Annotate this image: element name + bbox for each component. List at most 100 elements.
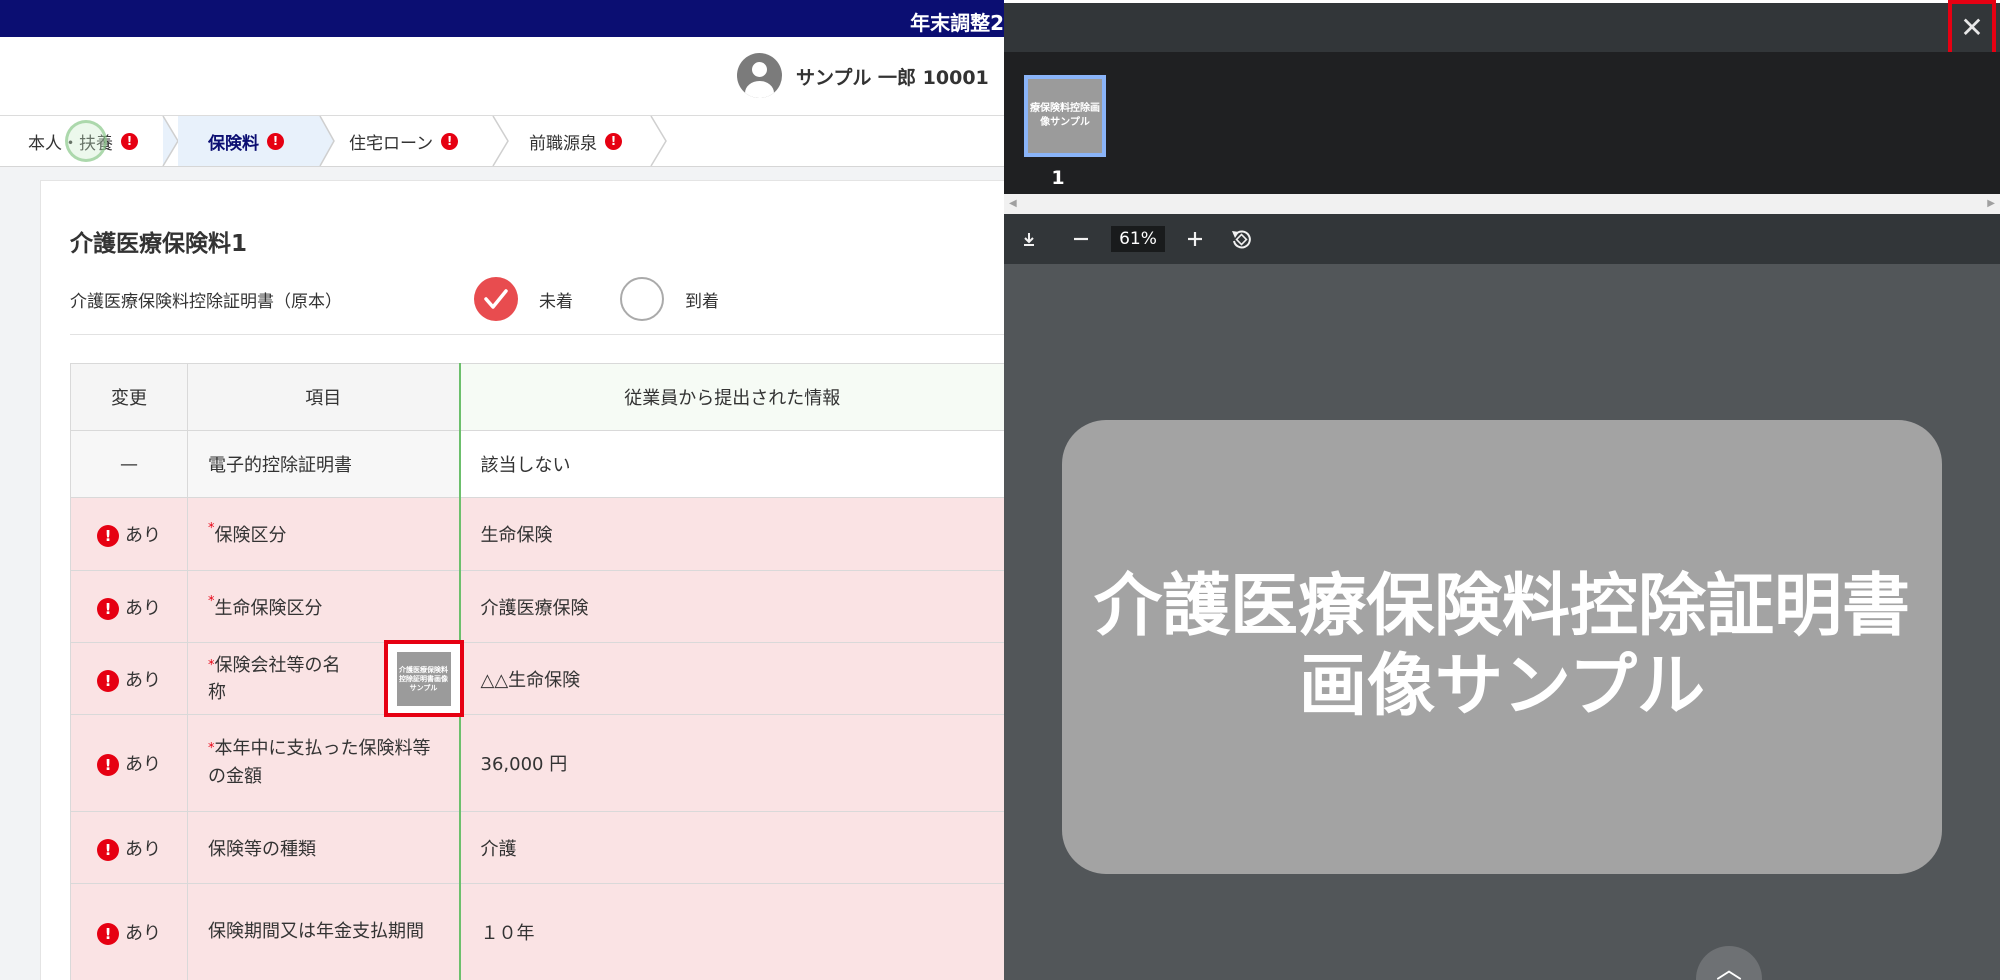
scroll-left-icon[interactable]: ◀: [1009, 198, 1017, 209]
page-thumbnail[interactable]: 療保険料控除画像サンプル: [1024, 75, 1106, 157]
close-icon: ✕: [1960, 11, 1984, 44]
zoom-level[interactable]: 61%: [1111, 226, 1165, 252]
rotate-button[interactable]: [1226, 214, 1256, 264]
scroll-to-top-button[interactable]: ︿: [1696, 946, 1762, 980]
app-title: 年末調整2: [910, 11, 1004, 35]
change-text: あり: [125, 525, 161, 546]
header-change: 変更: [70, 363, 188, 431]
alert-icon: !: [605, 132, 622, 150]
item-cell: 保険期間又は年金支払期間: [187, 883, 460, 980]
item-label: 生命保険区分: [214, 597, 323, 619]
table-row: ! あり *本年中に支払った保険料等の金額 36,000 円: [70, 714, 1004, 812]
item-cell: *保険会社等の名称 介護医療保険料控除証明書画像サンプル: [187, 640, 464, 717]
change-text: あり: [125, 597, 161, 619]
page-thumbnail-bar: 療保険料控除画像サンプル 1: [1004, 52, 2000, 194]
alert-icon: !: [97, 669, 119, 692]
step-housing-loan[interactable]: 住宅ローン !: [349, 116, 459, 166]
viewer-top-bar: [1004, 0, 2000, 52]
item-label: 保険期間又は年金支払期間: [208, 921, 424, 942]
change-cell: —: [70, 430, 188, 498]
zoom-in-icon: [1188, 232, 1202, 246]
alert-icon: !: [97, 923, 119, 945]
alert-icon: !: [441, 132, 459, 150]
page-number: 1: [1051, 167, 1065, 189]
user-name[interactable]: サンプル 一郎 10001: [796, 63, 989, 90]
table-row: ! あり *保険区分 生命保険: [70, 497, 1004, 571]
alert-icon: !: [121, 132, 138, 150]
item-cell: *本年中に支払った保険料等の金額: [187, 714, 460, 812]
user-avatar-icon[interactable]: [737, 53, 782, 98]
step-insurance[interactable]: 保険料 !: [178, 116, 320, 166]
chevron-up-icon: ︿: [1715, 955, 1742, 980]
radio-arrived-label[interactable]: 到着: [685, 287, 719, 312]
item-cell: *保険区分: [187, 497, 460, 571]
viewer-toolbar: 61%: [1004, 214, 2000, 264]
rotate-icon: [1232, 230, 1251, 249]
table-row: — 電子的控除証明書 該当しない: [70, 430, 1004, 498]
change-text: あり: [125, 923, 161, 944]
change-cell: ! あり: [70, 714, 188, 812]
change-cell: ! あり: [70, 811, 188, 884]
download-button[interactable]: [1016, 214, 1042, 264]
document-title-line1: 介護医療保険料控除証明書: [1093, 567, 1910, 646]
value-cell: 該当しない: [458, 430, 1004, 498]
table-row: ! あり 保険期間又は年金支払期間 １０年: [70, 883, 1004, 980]
item-cell: *生命保険区分: [187, 570, 460, 643]
value-cell: 介護医療保険: [458, 570, 1004, 643]
document-page: 介護医療保険料控除証明書 画像サンプル: [1062, 420, 1942, 874]
alert-icon: !: [97, 525, 119, 547]
zoom-in-button[interactable]: [1180, 214, 1210, 264]
change-text: あり: [125, 669, 161, 691]
value-cell: 介護: [458, 811, 1004, 884]
horizontal-scrollbar[interactable]: ◀ ▶: [1004, 194, 2000, 214]
table-header-row: 変更 項目 従業員から提出された情報: [70, 363, 1004, 431]
step-label: 保険料: [208, 133, 259, 154]
radio-unarrived-label[interactable]: 未着: [539, 287, 573, 312]
value-cell: 生命保険: [458, 497, 1004, 571]
attachment-thumbnail-image: 介護医療保険料控除証明書画像サンプル: [396, 652, 451, 706]
document-image: 介護医療保険料控除証明書 画像サンプル: [1094, 567, 1910, 727]
document-title-line2: 画像サンプル: [1299, 647, 1705, 726]
insurance-table: 変更 項目 従業員から提出された情報 — 電子的控除証明書 該当しない ! あり …: [70, 363, 1004, 980]
check-icon: [484, 289, 508, 309]
main-app: 年末調整2 サンプル 一郎 10001 本人・扶養 ! 保険料 ! 住宅ローン …: [0, 0, 1004, 980]
certificate-label: 介護医療保険料控除証明書（原本）: [70, 292, 342, 312]
change-text: あり: [125, 838, 161, 860]
item-label: 本年中に支払った保険料等の金額: [208, 738, 431, 787]
step-separator: [492, 116, 510, 166]
item-label: 保険会社等の名称: [208, 654, 341, 703]
zoom-out-icon: [1074, 237, 1088, 241]
user-header: サンプル 一郎 10001: [0, 37, 1004, 116]
change-text: あり: [125, 754, 161, 775]
step-separator: [650, 116, 668, 166]
section-title: 介護医療保険料1: [70, 231, 248, 257]
alert-icon: !: [267, 132, 284, 150]
pdf-viewer: ✕ 療保険料控除画像サンプル 1 ◀ ▶ 61% 介護医療保険料控除証明書 画像…: [1004, 0, 2000, 980]
step-previous-job[interactable]: 前職源泉 !: [529, 116, 622, 166]
change-cell: ! あり: [70, 642, 188, 715]
zoom-out-button[interactable]: [1066, 214, 1096, 264]
step-label: 前職源泉: [529, 133, 597, 154]
scroll-right-icon[interactable]: ▶: [1987, 198, 1995, 209]
change-cell: ! あり: [70, 883, 188, 980]
radio-arrived[interactable]: [620, 277, 664, 321]
table-row: ! あり 保険等の種類 介護: [70, 811, 1004, 884]
table-row: ! あり *生命保険区分 介護医療保険: [70, 570, 1004, 643]
radio-unarrived[interactable]: [474, 277, 518, 321]
item-label: 保険区分: [214, 525, 287, 546]
attachment-thumbnail[interactable]: 介護医療保険料控除証明書画像サンプル: [383, 640, 464, 717]
close-button[interactable]: ✕: [1948, 0, 1996, 57]
alert-icon: !: [97, 838, 119, 861]
page-thumbnail-image: 療保険料控除画像サンプル: [1030, 103, 1100, 128]
header-submitted: 従業員から提出された情報: [458, 363, 1004, 431]
alert-icon: !: [97, 597, 119, 620]
alert-icon: !: [97, 754, 119, 776]
table-row: ! あり *保険会社等の名称 介護医療保険料控除証明書画像サンプル △△生命保険: [70, 640, 1004, 717]
change-cell: ! あり: [70, 570, 188, 643]
change-cell: ! あり: [70, 497, 188, 571]
item-cell: 電子的控除証明書: [187, 430, 460, 498]
step-navigation: 本人・扶養 ! 保険料 ! 住宅ローン ! 前職源泉 !: [0, 116, 1004, 167]
step-label: 住宅ローン: [349, 133, 434, 154]
divider: [70, 334, 1004, 335]
value-cell: △△生命保険: [458, 642, 1004, 715]
